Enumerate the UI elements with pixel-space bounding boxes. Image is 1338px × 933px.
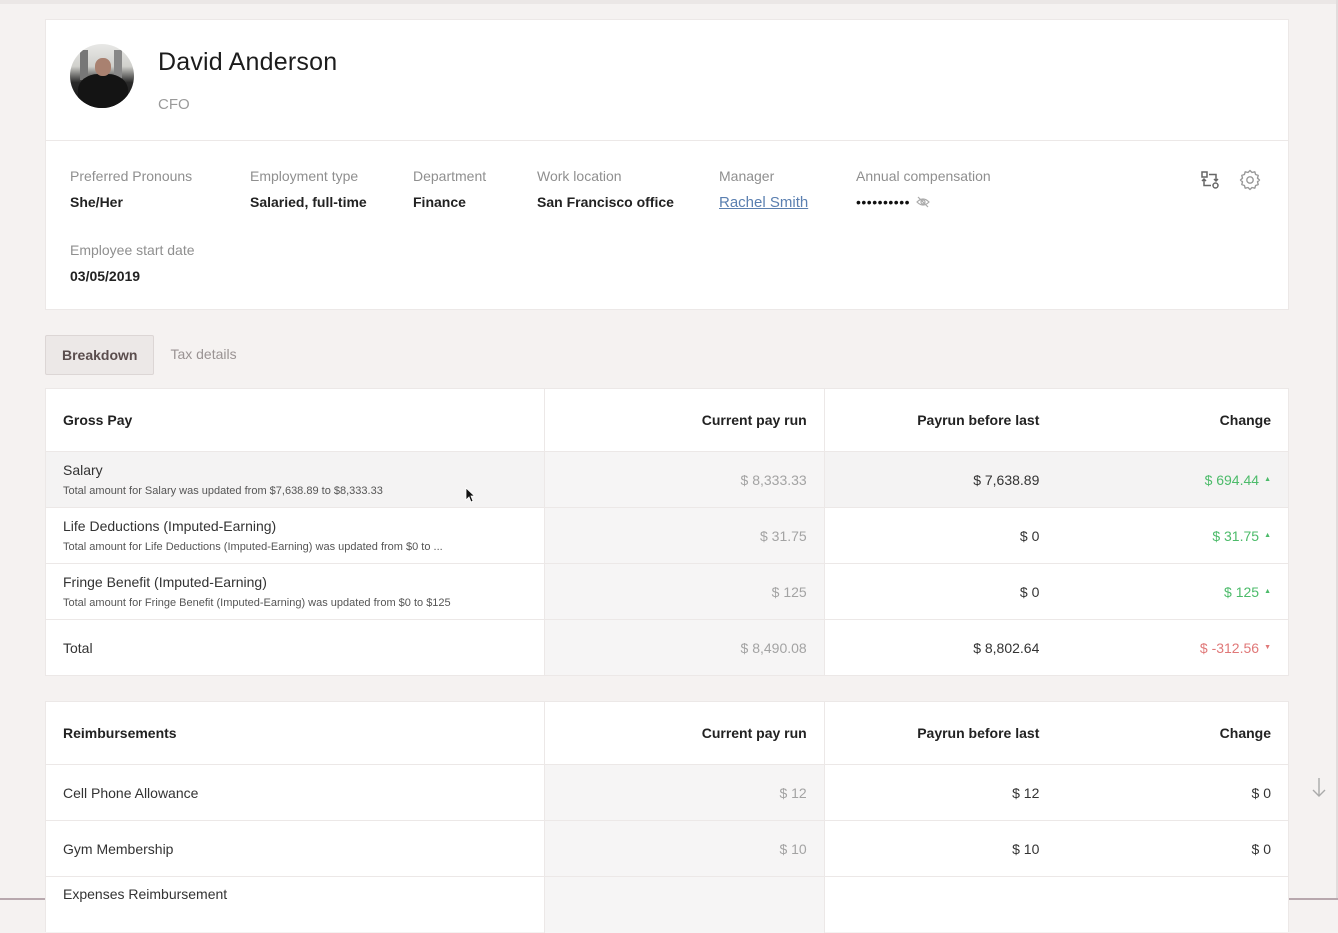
field-label: Employment type — [250, 168, 367, 184]
field-manager: Manager Rachel Smith — [719, 168, 808, 211]
field-label: Department — [413, 168, 486, 184]
column-header: Gross Pay — [46, 389, 545, 451]
current-value: $ 125 — [545, 564, 825, 619]
current-value — [545, 877, 825, 933]
arrow-up-icon: ▲ — [1264, 588, 1271, 595]
field-start-date: Employee start date 03/05/2019 — [70, 242, 195, 284]
arrow-up-icon: ▲ — [1264, 532, 1271, 539]
item-note: Total amount for Life Deductions (Impute… — [63, 541, 443, 553]
column-header: Change — [1056, 702, 1288, 764]
change-value: $ 31.75 — [1212, 528, 1259, 544]
field-label: Work location — [537, 168, 674, 184]
field-value: 03/05/2019 — [70, 268, 195, 284]
change-value: $ -312.56 — [1200, 640, 1259, 656]
table-header: Reimbursements Current pay run Payrun be… — [46, 702, 1288, 764]
field-label: Manager — [719, 168, 808, 184]
item-name: Cell Phone Allowance — [63, 785, 198, 801]
tab-tax-details[interactable]: Tax details — [154, 335, 252, 375]
eye-off-icon[interactable] — [916, 195, 930, 209]
table-row[interactable]: Fringe Benefit (Imputed-Earning) Total am… — [46, 563, 1288, 619]
column-header: Payrun before last — [825, 702, 1057, 764]
table-row[interactable]: Gym Membership $ 10 $ 10 $ 0 — [46, 820, 1288, 876]
compare-icon[interactable] — [1198, 168, 1222, 192]
field-label: Employee start date — [70, 242, 195, 258]
item-note: Total amount for Salary was updated from… — [63, 485, 383, 497]
column-header: Reimbursements — [46, 702, 545, 764]
change-value: $ 0 — [1056, 821, 1288, 876]
column-header: Current pay run — [545, 702, 825, 764]
avatar — [70, 44, 134, 108]
gross-pay-table: Gross Pay Current pay run Payrun before … — [45, 388, 1289, 676]
arrow-down-icon: ▼ — [1264, 644, 1271, 651]
breakdown-tabs: Breakdown Tax details — [45, 335, 253, 375]
field-value: San Francisco office — [537, 194, 674, 210]
before-value: $ 8,802.64 — [825, 620, 1057, 675]
field-work-location: Work location San Francisco office — [537, 168, 674, 210]
item-name: Fringe Benefit (Imputed-Earning) — [63, 574, 267, 590]
before-value: $ 10 — [825, 821, 1057, 876]
profile-header: David Anderson CFO — [46, 20, 1288, 141]
item-name: Gym Membership — [63, 841, 173, 857]
arrow-up-icon: ▲ — [1264, 476, 1271, 483]
top-border — [0, 0, 1338, 4]
field-label: Preferred Pronouns — [70, 168, 192, 184]
field-value: Salaried, full-time — [250, 194, 367, 210]
before-value: $ 12 — [825, 765, 1057, 820]
profile-actions — [1198, 168, 1262, 192]
field-value: Finance — [413, 194, 486, 210]
employee-profile-card: David Anderson CFO Preferred Pronouns Sh… — [45, 19, 1289, 310]
change-value: $ 694.44 — [1205, 472, 1260, 488]
scroll-down-arrow-icon[interactable] — [1311, 776, 1327, 800]
item-name: Total — [63, 640, 93, 656]
item-name: Salary — [63, 462, 103, 478]
change-value: $ 125 — [1224, 584, 1259, 600]
field-annual-compensation: Annual compensation •••••••••• — [856, 168, 991, 210]
current-value: $ 31.75 — [545, 508, 825, 563]
field-department: Department Finance — [413, 168, 486, 210]
table-header: Gross Pay Current pay run Payrun before … — [46, 389, 1288, 451]
change-value: $ 0 — [1056, 765, 1288, 820]
reimbursements-table: Reimbursements Current pay run Payrun be… — [45, 701, 1289, 932]
column-header: Payrun before last — [825, 389, 1057, 451]
before-value: $ 0 — [825, 564, 1057, 619]
manager-link[interactable]: Rachel Smith — [719, 194, 808, 211]
table-row[interactable]: Salary Total amount for Salary was update… — [46, 451, 1288, 507]
employee-title: CFO — [158, 96, 190, 113]
total-row: Total $ 8,490.08 $ 8,802.64 $ -312.56 ▼ — [46, 619, 1288, 675]
current-value: $ 12 — [545, 765, 825, 820]
field-label: Annual compensation — [856, 168, 991, 184]
current-value: $ 10 — [545, 821, 825, 876]
employee-name: David Anderson — [158, 48, 337, 77]
before-value: $ 7,638.89 — [825, 452, 1057, 507]
field-pronouns: Preferred Pronouns She/Her — [70, 168, 192, 210]
table-row[interactable]: Expenses Reimbursement — [46, 876, 1288, 932]
column-header: Current pay run — [545, 389, 825, 451]
field-value: She/Her — [70, 194, 192, 210]
mouse-cursor-icon — [465, 487, 475, 503]
masked-compensation: •••••••••• — [856, 194, 910, 210]
column-header: Change — [1056, 389, 1288, 451]
gear-icon[interactable] — [1238, 168, 1262, 192]
table-row[interactable]: Cell Phone Allowance $ 12 $ 12 $ 0 — [46, 764, 1288, 820]
item-name: Life Deductions (Imputed-Earning) — [63, 518, 276, 534]
field-employment-type: Employment type Salaried, full-time — [250, 168, 367, 210]
current-value: $ 8,333.33 — [545, 452, 825, 507]
before-value: $ 0 — [825, 508, 1057, 563]
tab-breakdown[interactable]: Breakdown — [45, 335, 154, 375]
table-row[interactable]: Life Deductions (Imputed-Earning) Total a… — [46, 507, 1288, 563]
current-value: $ 8,490.08 — [545, 620, 825, 675]
item-note: Total amount for Fringe Benefit (Imputed… — [63, 597, 451, 609]
